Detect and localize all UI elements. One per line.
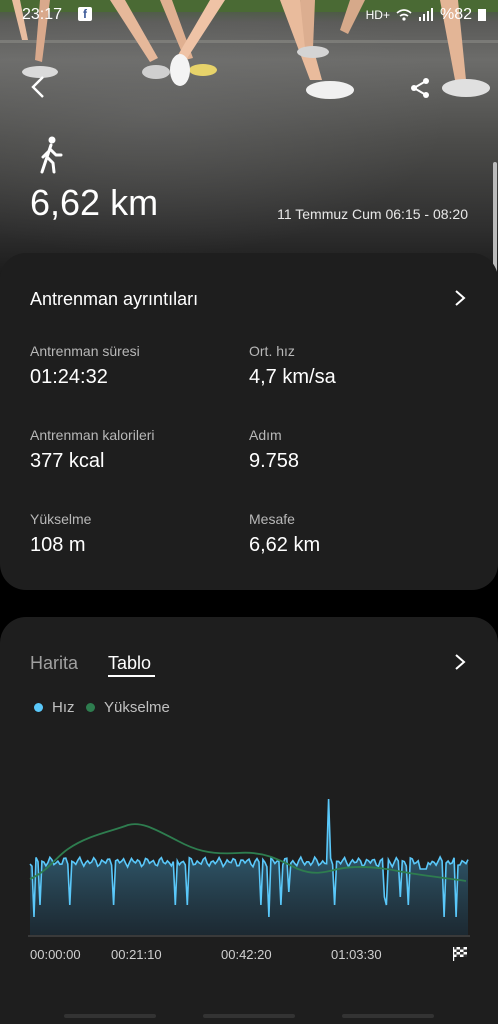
legend-speed: Hız (34, 699, 75, 716)
system-navigation-bar (0, 1004, 498, 1024)
chart-card: Harita Tablo Hız Yükselme 00:00:00 00:21… (0, 617, 498, 1024)
elevation-label: Yükselme (30, 511, 92, 527)
elevation-value: 108 m (30, 534, 86, 556)
distance-label: Mesafe (249, 511, 295, 527)
wifi-icon (396, 9, 412, 21)
status-time: 23:17 (22, 6, 63, 23)
x-tick: 00:00:00 (30, 947, 81, 962)
x-tick: 00:42:20 (221, 947, 272, 962)
walking-icon (40, 136, 63, 174)
steps-value: 9.758 (249, 450, 300, 472)
hero-image: 23:17 f HD+ %82 6,62 km 11 Temmuz Cum 06… (0, 0, 498, 280)
legend-elevation: Yükselme (86, 699, 170, 716)
nav-back-handle[interactable] (342, 1014, 434, 1018)
x-tick: 00:21:10 (111, 947, 162, 962)
workout-details-title: Antrenman ayrıntıları (30, 289, 199, 309)
total-distance: 6,62 km (30, 182, 159, 223)
calories-label: Antrenman kalorileri (30, 427, 155, 443)
speed-elevation-chart[interactable] (28, 787, 470, 942)
duration-value: 01:24:32 (30, 366, 108, 388)
tab-map[interactable]: Harita (30, 653, 78, 674)
legend-elevation-label: Yükselme (104, 699, 170, 716)
duration-label: Antrenman süresi (30, 343, 140, 359)
avg-speed-value: 4,7 km/sa (249, 366, 336, 388)
signal-icon (418, 8, 433, 21)
tab-chart[interactable]: Tablo (108, 653, 151, 674)
chevron-right-icon[interactable] (454, 653, 466, 671)
network-indicator: HD+ (365, 8, 390, 22)
x-tick: 01:03:30 (331, 947, 382, 962)
legend-elevation-dot (86, 703, 95, 712)
workout-details-card[interactable]: Antrenman ayrıntıları Antrenman süresi 0… (0, 253, 498, 590)
active-tab-indicator (108, 675, 155, 677)
battery-level: %82 (439, 6, 472, 23)
status-bar: 23:17 f HD+ %82 (0, 4, 498, 26)
nav-recent-handle[interactable] (64, 1014, 156, 1018)
battery-icon (478, 9, 486, 21)
legend-speed-label: Hız (52, 699, 75, 716)
calories-value: 377 kcal (30, 450, 105, 472)
distance-value: 6,62 km (249, 534, 321, 556)
workout-datetime: 11 Temmuz Cum 06:15 - 08:20 (277, 206, 468, 222)
chevron-left-icon[interactable] (28, 74, 50, 100)
chevron-right-icon[interactable] (454, 289, 466, 307)
nav-home-handle[interactable] (203, 1014, 295, 1018)
facebook-notification-icon: f (78, 7, 92, 21)
share-icon[interactable] (408, 76, 432, 100)
finish-flag-icon (453, 947, 467, 961)
steps-label: Adım (249, 427, 282, 443)
legend-speed-dot (34, 703, 43, 712)
avg-speed-label: Ort. hız (249, 343, 295, 359)
